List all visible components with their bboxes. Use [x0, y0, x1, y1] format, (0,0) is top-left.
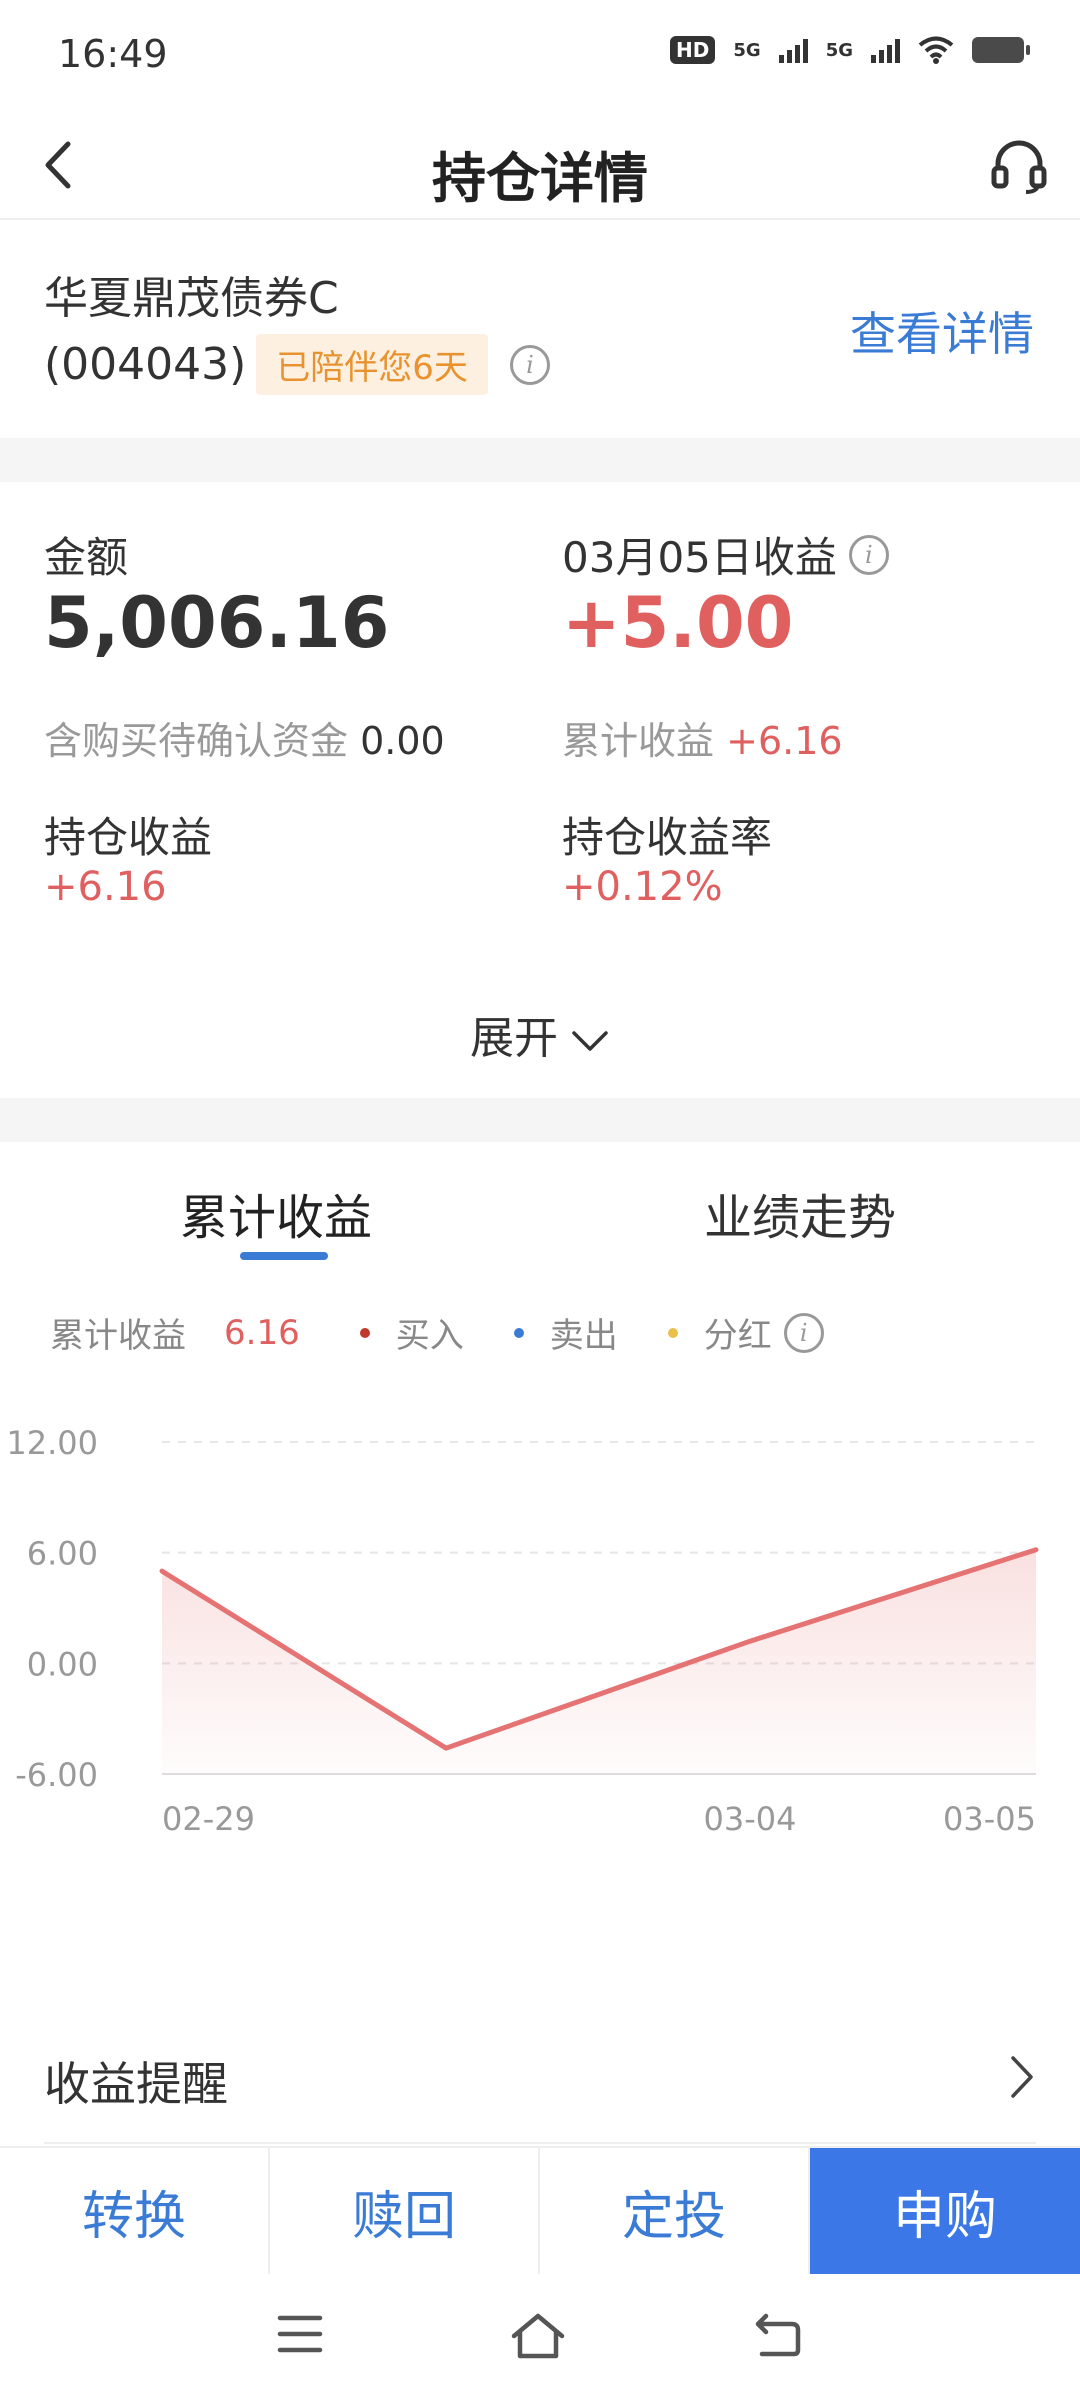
- legend-cumulative-label: 累计收益: [50, 1316, 186, 1356]
- profit-reminder-row[interactable]: 收益提醒: [0, 2010, 1080, 2144]
- redeem-button[interactable]: 赎回: [270, 2148, 540, 2274]
- expand-button[interactable]: 展开: [0, 1002, 1080, 1066]
- home-icon[interactable]: [508, 2312, 568, 2360]
- holding-rate-value: +0.12%: [562, 864, 723, 910]
- page-title: 持仓详情: [432, 147, 648, 210]
- tab-active-indicator: [240, 1252, 328, 1260]
- y-tick-label: 12.00: [6, 1424, 98, 1462]
- chart-legend: 累计收益 6.16 买入 卖出 分红 i: [50, 1308, 824, 1357]
- dividend-dot-icon: [667, 1327, 678, 1338]
- y-tick-label: 6.00: [27, 1535, 98, 1573]
- system-nav-bar: [0, 2274, 1080, 2400]
- info-icon[interactable]: i: [783, 1312, 824, 1353]
- fund-code: (004043): [44, 339, 247, 390]
- menu-icon[interactable]: [276, 2312, 324, 2356]
- amount-label: 金额: [44, 533, 129, 582]
- cumulative-profit: 累计收益 +6.16: [562, 710, 843, 765]
- signal-icon: [778, 37, 808, 63]
- pending-label: 含购买待确认资金: [44, 719, 349, 763]
- chevron-down-icon: [572, 1031, 608, 1051]
- convert-button[interactable]: 转换: [0, 2148, 270, 2274]
- cumulative-value: +6.16: [726, 719, 843, 763]
- legend-sell: 卖出: [513, 1308, 618, 1357]
- sell-dot-icon: [513, 1327, 524, 1338]
- y-tick-label: 0.00: [27, 1645, 98, 1683]
- legend-buy-label: 买入: [395, 1316, 464, 1356]
- fund-code-row: (004043) 已陪伴您6天 i: [44, 334, 550, 395]
- legend-buy: 买入: [359, 1308, 464, 1357]
- holding-rate-label: 持仓收益率: [562, 813, 773, 862]
- daily-profit-header: 03月05日收益 i: [562, 524, 889, 585]
- status-time: 16:49: [58, 32, 168, 76]
- status-bar: 16:49 HD 5G 5G: [0, 0, 1080, 110]
- view-detail-link[interactable]: 查看详情: [850, 298, 1034, 364]
- x-tick-label: 02-29: [162, 1800, 255, 1838]
- daily-profit-label: 03月05日收益: [562, 533, 837, 582]
- holding-summary: 金额 5,006.16 含购买待确认资金 0.00 03月05日收益 i +5.…: [0, 482, 1080, 1098]
- holding-profit-label: 持仓收益: [44, 813, 213, 862]
- buy-dot-icon: [359, 1327, 370, 1338]
- info-icon[interactable]: i: [848, 534, 889, 575]
- battery-icon: [972, 37, 1030, 63]
- tab-cumulative-profit[interactable]: 累计收益: [180, 1178, 372, 1248]
- fund-name: 华夏鼎茂债券C: [44, 273, 339, 324]
- amount-value: 5,006.16: [44, 582, 390, 664]
- series-area: [162, 1549, 1036, 1774]
- section-divider: [0, 438, 1080, 482]
- x-tick-label: 03-04: [704, 1800, 797, 1838]
- legend-cumulative-value: 6.16: [224, 1312, 300, 1353]
- wifi-icon: [918, 36, 954, 64]
- legend-dividend: 分红 i: [667, 1308, 824, 1357]
- chevron-right-icon: [1011, 2056, 1033, 2098]
- headset-icon[interactable]: [984, 130, 1054, 200]
- daily-profit-value: +5.00: [562, 582, 794, 664]
- companion-badge: 已陪伴您6天: [256, 334, 488, 395]
- x-tick-label: 03-05: [943, 1800, 1036, 1838]
- legend-dividend-label: 分红: [703, 1316, 772, 1356]
- profit-chart-section: 累计收益 业绩走势 累计收益 6.16 买入 卖出 分红 i 12.00 6.00…: [0, 1142, 1080, 1966]
- profit-reminder-label: 收益提醒: [44, 2057, 228, 2111]
- section-divider: [0, 1098, 1080, 1142]
- network-label-1: 5G: [733, 39, 761, 61]
- status-icons: HD 5G 5G: [670, 36, 1030, 64]
- hd-icon: HD: [670, 36, 716, 64]
- fund-header: 华夏鼎茂债券C (004043) 已陪伴您6天 i 查看详情: [0, 222, 1080, 438]
- divider: [44, 2142, 1036, 2144]
- pending-value: 0.00: [360, 719, 445, 763]
- pending-funds: 含购买待确认资金 0.00: [44, 710, 445, 765]
- back-icon[interactable]: [752, 2312, 804, 2358]
- cumulative-profit-chart: 12.00 6.00 0.00 -6.00 02-29 03-04 03-05: [6, 1424, 1039, 1838]
- purchase-button[interactable]: 申购: [810, 2148, 1080, 2274]
- nav-bar: 持仓详情: [0, 110, 1080, 220]
- legend-sell-label: 卖出: [549, 1316, 618, 1356]
- holding-profit-value: +6.16: [44, 864, 167, 910]
- auto-invest-button[interactable]: 定投: [540, 2148, 810, 2274]
- tab-performance-trend[interactable]: 业绩走势: [704, 1178, 896, 1248]
- action-bar: 转换 赎回 定投 申购: [0, 2146, 1080, 2274]
- cumulative-label: 累计收益: [562, 719, 715, 763]
- y-tick-label: -6.00: [15, 1756, 98, 1794]
- expand-label: 展开: [470, 1013, 558, 1064]
- signal-icon: [871, 37, 900, 63]
- info-icon[interactable]: i: [509, 344, 550, 385]
- network-label-2: 5G: [825, 39, 853, 61]
